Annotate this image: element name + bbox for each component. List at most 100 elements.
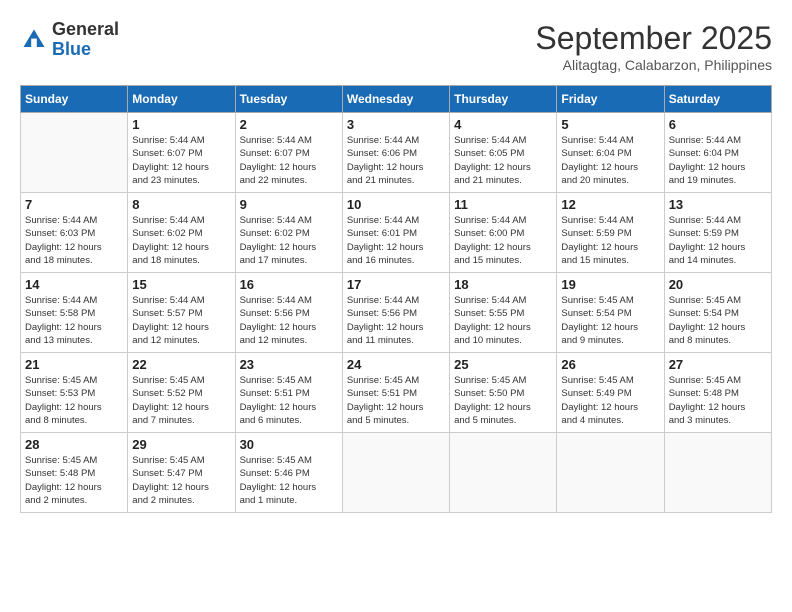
day-info: Sunrise: 5:44 AM Sunset: 6:07 PM Dayligh… [240,134,338,187]
day-number: 10 [347,197,445,212]
day-number: 3 [347,117,445,132]
day-number: 12 [561,197,659,212]
week-row-4: 21 Sunrise: 5:45 AM Sunset: 5:53 PM Dayli… [21,353,772,433]
day-info: Sunrise: 5:45 AM Sunset: 5:47 PM Dayligh… [132,454,230,507]
day-number: 17 [347,277,445,292]
cell-1-1 [21,113,128,193]
cell-5-5 [450,433,557,513]
cell-4-3: 23Sunrise: 5:45 AM Sunset: 5:51 PM Dayli… [235,353,342,433]
day-info: Sunrise: 5:45 AM Sunset: 5:48 PM Dayligh… [25,454,123,507]
week-row-5: 28 Sunrise: 5:45 AM Sunset: 5:48 PM Dayli… [21,433,772,513]
logo-icon [20,26,48,54]
cell-4-6: 26Sunrise: 5:45 AM Sunset: 5:49 PM Dayli… [557,353,664,433]
day-info: Sunrise: 5:44 AM Sunset: 5:57 PM Dayligh… [132,294,230,347]
header-sunday: Sunday [21,86,128,113]
logo: General Blue [20,20,119,60]
header-tuesday: Tuesday [235,86,342,113]
header-thursday: Thursday [450,86,557,113]
week-row-2: 7 Sunrise: 5:44 AM Sunset: 6:03 PM Daylig… [21,193,772,273]
day-number: 25 [454,357,552,372]
title-area: September 2025 Alitagtag, Calabarzon, Ph… [535,20,772,73]
cell-5-3: 30 Sunrise: 5:45 AM Sunset: 5:46 PM Dayli… [235,433,342,513]
day-number: 8 [132,197,230,212]
day-number: 29 [132,437,230,452]
cell-1-4: 3 Sunrise: 5:44 AM Sunset: 6:06 PM Daylig… [342,113,449,193]
cell-2-3: 9 Sunrise: 5:44 AM Sunset: 6:02 PM Daylig… [235,193,342,273]
day-number: 22 [132,357,230,372]
day-info: Sunrise: 5:44 AM Sunset: 5:56 PM Dayligh… [347,294,445,347]
day-number: 4 [454,117,552,132]
day-info: Sunrise: 5:45 AM Sunset: 5:54 PM Dayligh… [561,294,659,347]
day-number: 28 [25,437,123,452]
day-info: Sunrise: 5:44 AM Sunset: 6:04 PM Dayligh… [669,134,767,187]
day-number: 14 [25,277,123,292]
day-number: 11 [454,197,552,212]
day-info: Sunrise: 5:44 AM Sunset: 6:02 PM Dayligh… [132,214,230,267]
day-info: Sunrise: 5:44 AM Sunset: 6:02 PM Dayligh… [240,214,338,267]
day-number: 2 [240,117,338,132]
day-info: Sunrise: 5:45 AM Sunset: 5:52 PM Dayligh… [132,374,230,427]
header-wednesday: Wednesday [342,86,449,113]
day-info: Sunrise: 5:44 AM Sunset: 6:04 PM Dayligh… [561,134,659,187]
cell-2-5: 11 Sunrise: 5:44 AM Sunset: 6:00 PM Dayli… [450,193,557,273]
day-info: Sunrise: 5:45 AM Sunset: 5:48 PM Dayligh… [669,374,767,427]
logo-general-text: General [52,19,119,39]
day-number: 16 [240,277,338,292]
day-info: Sunrise: 5:45 AM Sunset: 5:49 PM Dayligh… [561,374,659,427]
day-number: 7 [25,197,123,212]
day-info: Sunrise: 5:44 AM Sunset: 6:06 PM Dayligh… [347,134,445,187]
cell-3-7: 20 Sunrise: 5:45 AM Sunset: 5:54 PM Dayli… [664,273,771,353]
header-row: SundayMondayTuesdayWednesdayThursdayFrid… [21,86,772,113]
header: General Blue September 2025 Alitagtag, C… [20,20,772,73]
day-number: 9 [240,197,338,212]
day-number: 19 [561,277,659,292]
day-info: Sunrise: 5:45 AM Sunset: 5:50 PM Dayligh… [454,374,552,427]
logo-blue-text: Blue [52,39,91,59]
calendar-table: SundayMondayTuesdayWednesdayThursdayFrid… [20,85,772,513]
day-number: 30 [240,437,338,452]
header-saturday: Saturday [664,86,771,113]
cell-1-3: 2 Sunrise: 5:44 AM Sunset: 6:07 PM Daylig… [235,113,342,193]
cell-4-5: 25 Sunrise: 5:45 AM Sunset: 5:50 PM Dayli… [450,353,557,433]
day-number: 27 [669,357,767,372]
day-info: Sunrise: 5:44 AM Sunset: 6:05 PM Dayligh… [454,134,552,187]
day-number: 21 [25,357,123,372]
cell-5-1: 28 Sunrise: 5:45 AM Sunset: 5:48 PM Dayli… [21,433,128,513]
day-number: 23 [240,357,338,372]
day-number: 1 [132,117,230,132]
day-number: 15 [132,277,230,292]
cell-4-2: 22 Sunrise: 5:45 AM Sunset: 5:52 PM Dayli… [128,353,235,433]
location-title: Alitagtag, Calabarzon, Philippines [535,57,772,73]
month-title: September 2025 [535,20,772,57]
cell-3-4: 17 Sunrise: 5:44 AM Sunset: 5:56 PM Dayli… [342,273,449,353]
day-number: 20 [669,277,767,292]
day-info: Sunrise: 5:44 AM Sunset: 5:59 PM Dayligh… [669,214,767,267]
day-info: Sunrise: 5:44 AM Sunset: 6:01 PM Dayligh… [347,214,445,267]
day-info: Sunrise: 5:44 AM Sunset: 5:56 PM Dayligh… [240,294,338,347]
day-info: Sunrise: 5:44 AM Sunset: 6:00 PM Dayligh… [454,214,552,267]
day-number: 18 [454,277,552,292]
week-row-3: 14 Sunrise: 5:44 AM Sunset: 5:58 PM Dayli… [21,273,772,353]
cell-2-7: 13Sunrise: 5:44 AM Sunset: 5:59 PM Dayli… [664,193,771,273]
day-info: Sunrise: 5:45 AM Sunset: 5:54 PM Dayligh… [669,294,767,347]
day-info: Sunrise: 5:44 AM Sunset: 5:58 PM Dayligh… [25,294,123,347]
cell-3-1: 14 Sunrise: 5:44 AM Sunset: 5:58 PM Dayli… [21,273,128,353]
cell-2-1: 7 Sunrise: 5:44 AM Sunset: 6:03 PM Daylig… [21,193,128,273]
cell-5-2: 29 Sunrise: 5:45 AM Sunset: 5:47 PM Dayli… [128,433,235,513]
cell-2-6: 12 Sunrise: 5:44 AM Sunset: 5:59 PM Dayli… [557,193,664,273]
cell-5-4 [342,433,449,513]
cell-3-3: 16 Sunrise: 5:44 AM Sunset: 5:56 PM Dayli… [235,273,342,353]
cell-1-2: 1 Sunrise: 5:44 AM Sunset: 6:07 PM Daylig… [128,113,235,193]
day-info: Sunrise: 5:45 AM Sunset: 5:51 PM Dayligh… [347,374,445,427]
day-info: Sunrise: 5:45 AM Sunset: 5:53 PM Dayligh… [25,374,123,427]
day-info: Sunrise: 5:44 AM Sunset: 6:07 PM Dayligh… [132,134,230,187]
day-number: 5 [561,117,659,132]
day-info: Sunrise: 5:44 AM Sunset: 6:03 PM Dayligh… [25,214,123,267]
cell-2-2: 8 Sunrise: 5:44 AM Sunset: 6:02 PM Daylig… [128,193,235,273]
day-info: Sunrise: 5:44 AM Sunset: 5:59 PM Dayligh… [561,214,659,267]
day-info: Sunrise: 5:45 AM Sunset: 5:46 PM Dayligh… [240,454,338,507]
day-number: 24 [347,357,445,372]
week-row-1: 1 Sunrise: 5:44 AM Sunset: 6:07 PM Daylig… [21,113,772,193]
header-friday: Friday [557,86,664,113]
cell-1-6: 5 Sunrise: 5:44 AM Sunset: 6:04 PM Daylig… [557,113,664,193]
